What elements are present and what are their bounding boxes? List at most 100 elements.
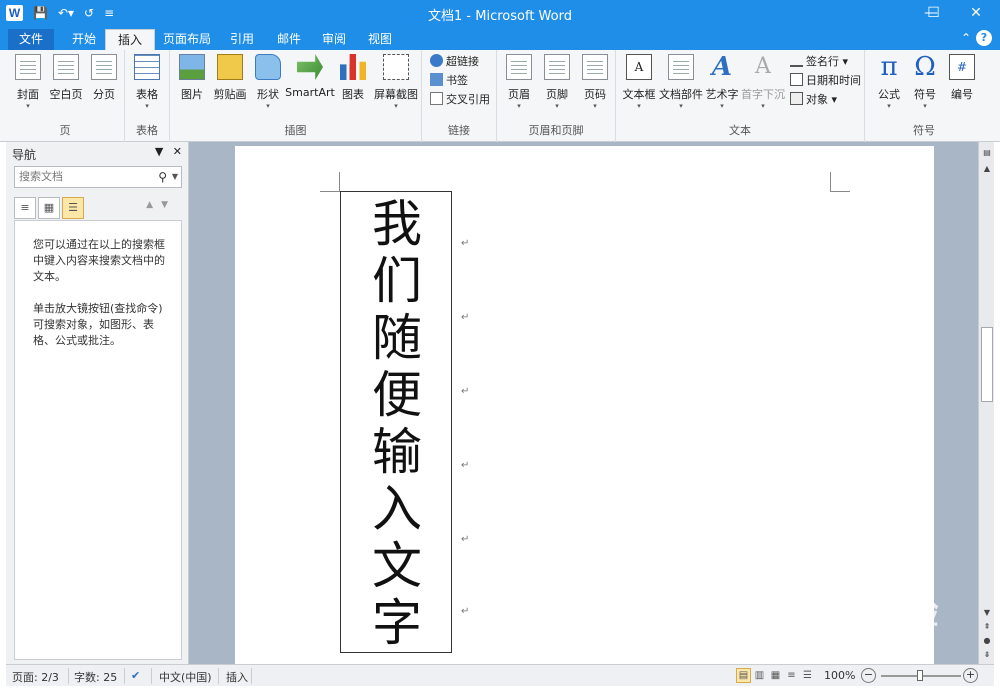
- screenshot-button[interactable]: 屏幕截图 ▾: [373, 54, 419, 116]
- vertical-text-box[interactable]: 我 们 随 便 输 入 文 字: [340, 191, 452, 653]
- vertical-char: 输: [372, 423, 422, 481]
- paragraph-mark: ↵: [461, 460, 470, 471]
- nav-search-input[interactable]: 搜索文档 ⚲ ▼: [14, 166, 182, 188]
- drop-cap-button[interactable]: A 首字下沉 ▾: [740, 54, 786, 116]
- page-number-button[interactable]: 页码 ▾: [575, 54, 615, 116]
- group-header-footer: 页眉 ▾ 页脚 ▾ 页码 ▾ 页眉和页脚: [497, 50, 616, 142]
- object-button[interactable]: 对象 ▾: [790, 91, 837, 109]
- scroll-down-icon[interactable]: ▼: [980, 606, 994, 620]
- clip-art-button[interactable]: 剪贴画: [210, 54, 250, 116]
- quick-parts-icon: [668, 54, 694, 80]
- cover-page-button[interactable]: 封面 ▾: [8, 54, 48, 116]
- insert-mode-indicator[interactable]: 插入: [226, 669, 248, 685]
- paragraph-mark: ↵: [461, 606, 470, 617]
- hyperlink-button[interactable]: 超链接: [430, 53, 479, 71]
- table-button[interactable]: 表格 ▾: [127, 54, 167, 116]
- zoom-level[interactable]: 100%: [824, 669, 855, 682]
- ruler-toggle-icon[interactable]: ▤: [980, 146, 994, 160]
- prev-page-icon[interactable]: ⇞: [980, 620, 994, 634]
- cover-page-icon: [15, 54, 41, 80]
- zoom-in-icon[interactable]: +: [963, 668, 978, 683]
- vertical-char: 随: [372, 309, 422, 367]
- proofing-icon[interactable]: ✔: [131, 669, 140, 682]
- picture-button[interactable]: 图片: [172, 54, 212, 116]
- shapes-button[interactable]: 形状 ▾: [248, 54, 288, 116]
- header-icon: [506, 54, 532, 80]
- maximize-button[interactable]: ☐: [911, 0, 956, 26]
- blank-page-icon: [53, 54, 79, 80]
- wordart-button[interactable]: A 艺术字 ▾: [702, 54, 742, 116]
- ribbon-collapse-icon[interactable]: ⌃: [958, 30, 974, 46]
- help-icon[interactable]: ?: [976, 30, 992, 46]
- footer-icon: [544, 54, 570, 80]
- group-label-illustrations: 插图: [284, 124, 307, 137]
- header-button[interactable]: 页眉 ▾: [499, 54, 539, 116]
- ribbon-insert: 封面 ▾ 空白页 分页 页 表格 ▾ 表格 图片 剪贴画 形状 ▾ SmartA…: [0, 50, 1000, 142]
- vertical-scrollbar[interactable]: ▤ ▲ ▼ ⇞ ● ⇟: [978, 142, 994, 664]
- blank-page-button[interactable]: 空白页: [46, 54, 86, 116]
- nav-dropdown-icon[interactable]: ▼: [155, 145, 163, 158]
- group-illustrations: 图片 剪贴画 形状 ▾ SmartArt 图表 屏幕截图 ▾ 插图: [170, 50, 422, 142]
- tab-review[interactable]: 审阅: [310, 29, 358, 50]
- headings-view-icon[interactable]: ≡: [14, 197, 36, 219]
- outline-icon[interactable]: ≡: [784, 668, 799, 683]
- results-view-icon[interactable]: ☰: [62, 197, 84, 219]
- tab-home[interactable]: 开始: [60, 29, 108, 50]
- baidu-watermark: Baidu经验 jingyan.baidu.com: [770, 594, 940, 648]
- zoom-out-icon[interactable]: −: [861, 668, 876, 683]
- equation-button[interactable]: π 公式 ▾: [869, 54, 909, 116]
- page-break-button[interactable]: 分页: [84, 54, 124, 116]
- scroll-thumb[interactable]: [981, 327, 993, 402]
- cross-reference-icon: [430, 92, 443, 105]
- nav-view-tabs: ≡ ▦ ☰: [14, 197, 84, 219]
- omega-icon: Ω: [914, 52, 936, 82]
- tab-mailings[interactable]: 邮件: [265, 29, 313, 50]
- language-indicator[interactable]: 中文(中国): [159, 669, 212, 685]
- vertical-char: 文: [372, 537, 422, 595]
- vertical-char: 字: [372, 594, 422, 652]
- group-tables: 表格 ▾ 表格: [125, 50, 170, 142]
- search-icon[interactable]: ⚲: [158, 167, 167, 187]
- search-dropdown-icon[interactable]: ▼: [172, 167, 178, 187]
- tab-file[interactable]: 文件: [8, 29, 54, 50]
- group-text: A 文本框 ▾ 文档部件 ▾ A 艺术字 ▾ A 首字下沉 ▾ 签名行 ▾ 日期…: [616, 50, 865, 142]
- group-label-tables: 表格: [136, 124, 158, 137]
- chart-button[interactable]: 图表: [333, 54, 373, 116]
- pages-view-icon[interactable]: ▦: [38, 197, 60, 219]
- text-box-button[interactable]: A 文本框 ▾: [618, 54, 660, 116]
- close-button[interactable]: ✕: [955, 0, 997, 26]
- word-count[interactable]: 字数: 25: [74, 669, 117, 685]
- status-bar: 页面: 2/3 字数: 25 ✔ 中文(中国) 插入 ▤ ▥ ▦ ≡ ☰ 100…: [6, 664, 994, 686]
- pi-icon: π: [880, 52, 898, 82]
- draft-icon[interactable]: ☰: [800, 668, 815, 683]
- number-button[interactable]: # 编号: [942, 54, 982, 116]
- symbol-button[interactable]: Ω 符号 ▾: [905, 54, 945, 116]
- full-screen-reading-icon[interactable]: ▥: [752, 668, 767, 683]
- nav-help-text-1: 您可以通过在以上的搜索框中键入内容来搜索文档中的文本。: [33, 238, 165, 283]
- scroll-up-icon[interactable]: ▲: [980, 162, 994, 176]
- date-time-button[interactable]: 日期和时间: [790, 72, 861, 90]
- tab-view[interactable]: 视图: [356, 29, 404, 50]
- smartart-button[interactable]: SmartArt: [285, 54, 335, 116]
- tab-references[interactable]: 引用: [218, 29, 266, 50]
- signature-line-button[interactable]: 签名行 ▾: [790, 53, 848, 71]
- tab-insert[interactable]: 插入: [105, 29, 156, 50]
- quick-parts-button[interactable]: 文档部件 ▾: [658, 54, 704, 116]
- web-layout-icon[interactable]: ▦: [768, 668, 783, 683]
- cross-reference-button[interactable]: 交叉引用: [430, 91, 490, 109]
- nav-prev-next[interactable]: ▲▼: [146, 200, 176, 210]
- zoom-slider-thumb[interactable]: [917, 670, 923, 681]
- next-page-icon[interactable]: ⇟: [980, 648, 994, 662]
- clip-art-icon: [217, 54, 243, 80]
- page-break-icon: [91, 54, 117, 80]
- tab-page-layout[interactable]: 页面布局: [151, 29, 223, 50]
- bookmark-button[interactable]: 书签: [430, 72, 468, 90]
- footer-button[interactable]: 页脚 ▾: [537, 54, 577, 116]
- group-label-text: 文本: [729, 124, 751, 137]
- print-layout-icon[interactable]: ▤: [736, 668, 751, 683]
- page-count[interactable]: 页面: 2/3: [12, 669, 59, 685]
- window-title: 文档1 - Microsoft Word: [428, 9, 572, 24]
- browse-object-icon[interactable]: ●: [980, 634, 994, 648]
- signature-line-icon: [790, 54, 803, 67]
- nav-close-icon[interactable]: ✕: [173, 145, 182, 158]
